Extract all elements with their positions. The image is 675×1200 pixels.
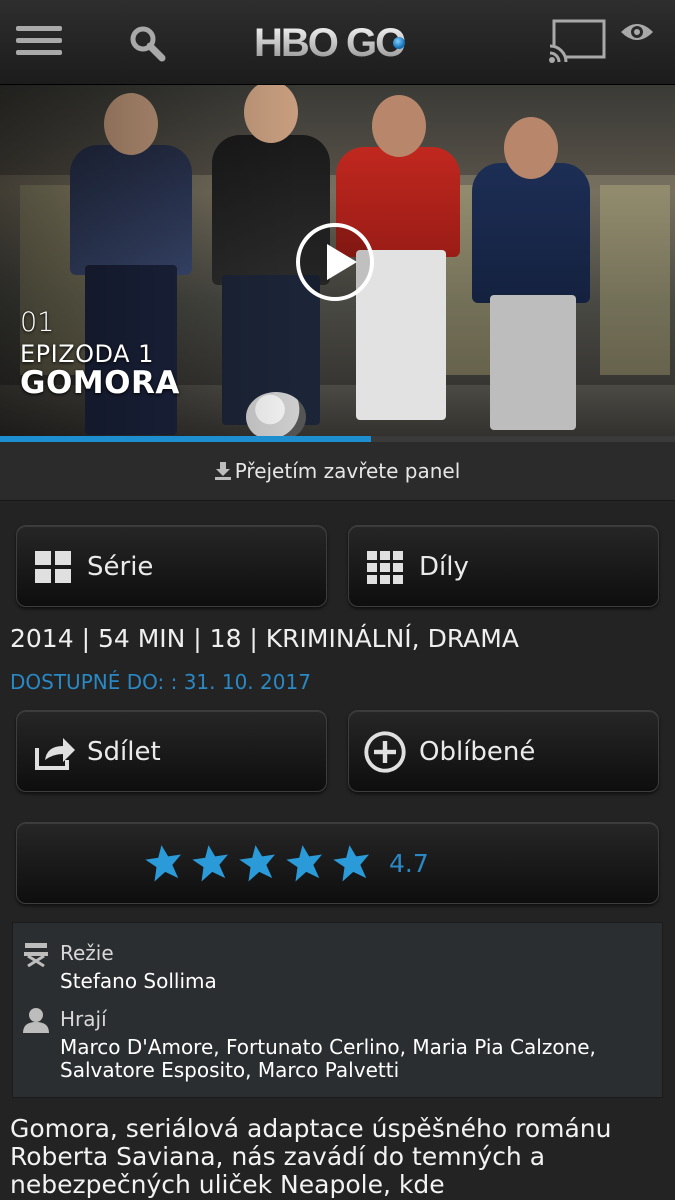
episode-name: EPIZODA 1 [20,340,154,368]
cast-icon[interactable] [548,18,608,64]
star-icon[interactable] [285,843,325,883]
star-icon[interactable] [191,843,231,883]
episode-number: 01 [20,307,55,338]
share-label: Sdílet [87,737,161,767]
director-label: Režie [60,941,114,965]
swipe-close-panel-bar[interactable]: Přejetím zavřete panel [0,442,675,501]
plus-circle-icon [364,731,406,773]
serie-button[interactable]: Série [16,525,327,607]
eye-icon[interactable] [620,20,654,44]
serie-label: Série [87,552,154,582]
download-arrow-icon [214,462,231,480]
star-icon[interactable] [332,843,372,883]
swipe-hint-text: Přejetím zavřete panel [234,459,461,483]
person-icon [23,1008,49,1033]
director-chair-icon [24,943,48,967]
share-icon [35,738,75,770]
hbo-go-logo[interactable]: HBO GO [254,20,424,64]
series-title: GOMORA [20,365,180,401]
top-bar: HBO GO [0,0,675,85]
availability-date: DOSTUPNÉ DO: : 31. 10. 2017 [10,670,311,694]
credits-panel: Režie Stefano Sollima Hrají Marco D'Amor… [12,922,663,1098]
play-button[interactable] [296,223,374,301]
cast-label: Hrají [60,1007,107,1031]
hamburger-menu-icon[interactable] [16,26,62,56]
share-button[interactable]: Sdílet [16,710,327,792]
rating-value: 4.7 [389,849,429,878]
dily-label: Díly [419,552,469,582]
episode-meta: 2014 | 54 MIN | 18 | KRIMINÁLNÍ, DRAMA [10,624,519,653]
favorite-button[interactable]: Oblíbené [348,710,659,792]
search-icon[interactable] [128,24,168,64]
rating-bar[interactable]: 4.7 [16,822,659,904]
grid-2x2-icon [35,551,71,583]
logo-text: HBO GO [254,21,405,64]
dily-button[interactable]: Díly [348,525,659,607]
star-icon[interactable] [238,843,278,883]
star-icon[interactable] [144,843,184,883]
cast-names: Marco D'Amore, Fortunato Cerlino, Maria … [60,1035,596,1082]
director-name: Stefano Sollima [60,969,217,993]
hero-image[interactable]: 01 EPIZODA 1 GOMORA [0,85,675,442]
synopsis-text: Gomora, seriálová adaptace úspěšného rom… [10,1114,612,1199]
favorite-label: Oblíbené [419,737,536,767]
grid-3x3-icon [367,551,403,584]
